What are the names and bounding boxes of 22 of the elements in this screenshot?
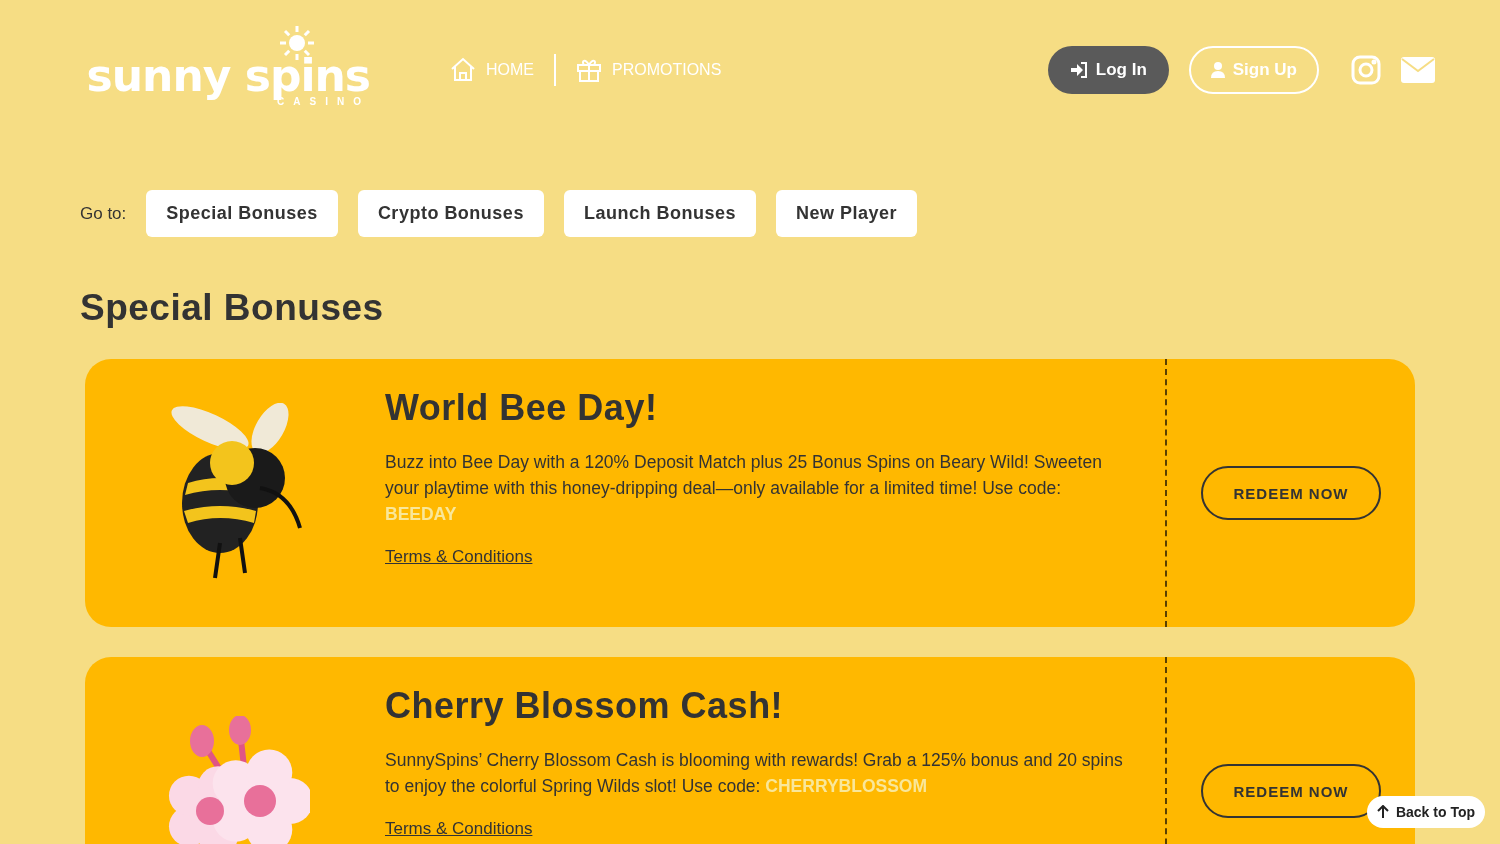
instagram-icon[interactable]: [1351, 55, 1381, 85]
section-link[interactable]: Launch Bonuses: [563, 190, 756, 237]
goto-label: Go to:: [80, 203, 127, 224]
promo-description: SunnySpins’ Cherry Blossom Cash is blooming with rewards! Grab a 125% bonus and 20 spins to enjoy the colorful Spring Wilds slot! Use code: CHERRYBLOSSOM: [385, 749, 1124, 798]
promo-title: Cherry Blossom Cash!: [385, 685, 785, 727]
login-button[interactable]: Log In: [1047, 46, 1169, 94]
back-to-top-button[interactable]: Back to Top: [1366, 796, 1485, 828]
login-icon: [1069, 62, 1088, 78]
gift-icon: [576, 57, 602, 83]
up-arrow-icon: [1376, 805, 1389, 819]
terms-link[interactable]: Terms & Conditions: [385, 819, 533, 838]
home-icon: [450, 57, 476, 83]
promo-description: Buzz into Bee Day with a 120% Deposit Match plus 25 Bonus Spins on Beary Wild! Sweeten your playtime with this honey-dripping deal—only available for a limited time! Use code: BEEDAY: [385, 451, 1103, 526]
section-link[interactable]: Special Bonuses: [146, 190, 338, 237]
mail-icon[interactable]: [1401, 57, 1435, 83]
user-icon: [1210, 62, 1225, 78]
redeem-button[interactable]: REDEEM NOW: [1201, 466, 1381, 520]
section-heading: Special Bonuses: [80, 287, 385, 329]
promo-title: World Bee Day!: [385, 387, 659, 429]
section-link[interactable]: Crypto Bonuses: [357, 190, 544, 237]
terms-link[interactable]: Terms & Conditions: [385, 547, 533, 566]
section-link[interactable]: New Player: [775, 190, 917, 237]
